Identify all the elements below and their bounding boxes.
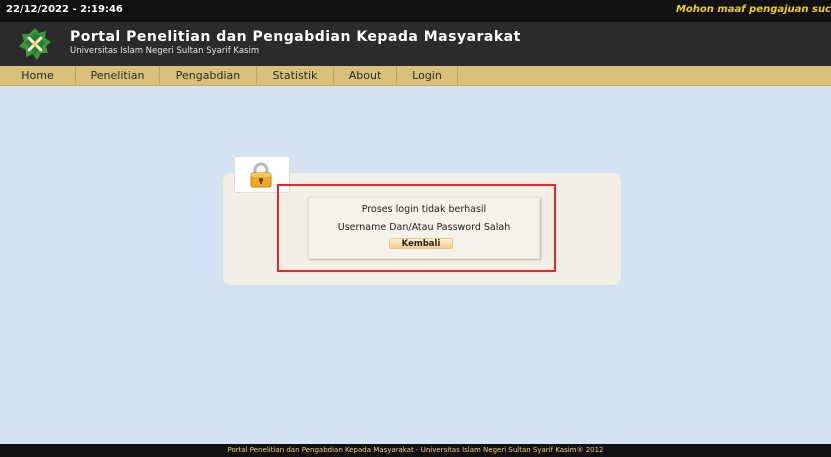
login-failed-message: Proses login tidak berhasil [361, 204, 487, 215]
nav-item-about[interactable]: About [334, 66, 397, 85]
uin-suska-logo-icon[interactable] [18, 27, 52, 61]
site-title: Portal Penelitian dan Pengabdian Kepada … [70, 29, 521, 45]
error-dialog: Proses login tidak berhasil Username Dan… [308, 197, 540, 259]
site-footer: Portal Penelitian dan Pengabdian Kepada … [0, 444, 831, 457]
site-subtitle: Universitas Islam Negeri Sultan Syarif K… [70, 46, 260, 56]
nav-item-penelitian[interactable]: Penelitian [76, 66, 160, 85]
nav-item-statistik[interactable]: Statistik [257, 66, 334, 85]
datetime-clock: 22/12/2022 - 2:19:46 [6, 4, 123, 15]
nav-item-pengabdian[interactable]: Pengabdian [160, 66, 257, 85]
kembali-button[interactable]: Kembali [389, 238, 453, 249]
main-nav: Home Penelitian Pengabdian Statistik Abo… [0, 66, 831, 86]
nav-item-login[interactable]: Login [397, 66, 458, 85]
login-failed-detail: Username Dan/Atau Password Salah [337, 222, 511, 233]
announcement-marquee[interactable]: Mohon maaf pengajuan suc [676, 4, 831, 15]
lock-badge [234, 156, 290, 193]
padlock-icon [250, 162, 272, 188]
nav-item-home[interactable]: Home [0, 66, 76, 85]
top-bar: 22/12/2022 - 2:19:46 Mohon maaf pengajua… [0, 0, 831, 22]
